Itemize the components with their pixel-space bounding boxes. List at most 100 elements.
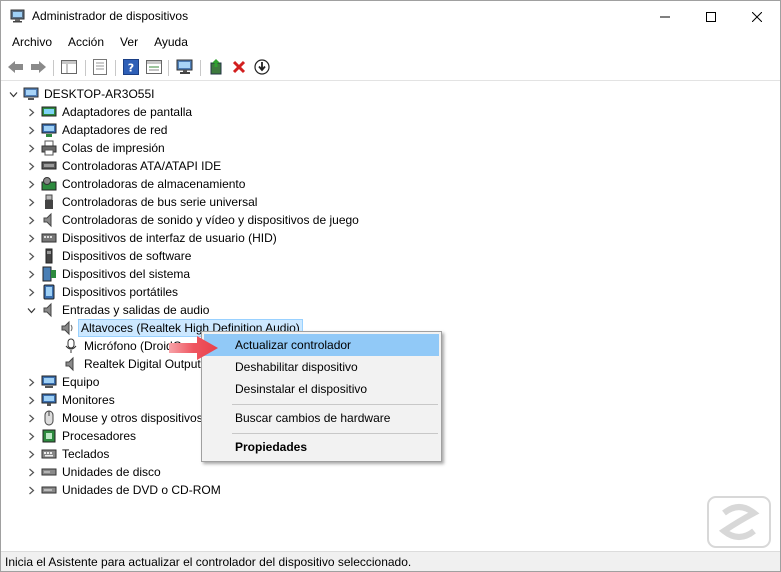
- menu-separator: [232, 404, 438, 405]
- back-button[interactable]: [6, 58, 26, 76]
- processor-icon: [41, 428, 57, 444]
- printer-icon: [41, 140, 57, 156]
- tree-item[interactable]: Controladoras de bus serie universal: [25, 193, 259, 211]
- disable-device-button[interactable]: [252, 58, 272, 76]
- tree-item[interactable]: Teclados: [25, 445, 111, 463]
- status-bar: Inicia el Asistente para actualizar el c…: [1, 551, 780, 571]
- expand-chevron-icon[interactable]: [25, 175, 37, 193]
- tree-item[interactable]: Dispositivos de software: [25, 247, 193, 265]
- close-icon: [752, 11, 762, 22]
- expand-chevron-icon[interactable]: [25, 427, 37, 445]
- collapse-chevron-icon[interactable]: [25, 301, 37, 319]
- audio-io-icon: [41, 302, 57, 318]
- svg-text:?: ?: [128, 62, 134, 75]
- menu-update-driver[interactable]: Actualizar controlador: [204, 334, 439, 356]
- show-hide-tree-button[interactable]: [59, 58, 79, 76]
- update-driver-icon: [210, 59, 222, 75]
- expand-chevron-icon[interactable]: [25, 211, 37, 229]
- window-title: Administrador de dispositivos: [32, 9, 189, 23]
- expand-chevron-icon[interactable]: [25, 283, 37, 301]
- show-hide-icon: [61, 60, 77, 74]
- tree-item[interactable]: Adaptadores de red: [25, 121, 169, 139]
- tree-item[interactable]: Controladoras de sonido y vídeo y dispos…: [25, 211, 361, 229]
- expand-chevron-icon[interactable]: [25, 391, 37, 409]
- hid-icon: [41, 230, 57, 246]
- expand-chevron-icon[interactable]: [25, 121, 37, 139]
- tree-item[interactable]: Mouse y otros dispositivos: [25, 409, 205, 427]
- computer-icon: [23, 86, 39, 102]
- tree-item[interactable]: Procesadores: [25, 427, 138, 445]
- expand-chevron-icon[interactable]: [25, 103, 37, 121]
- device-manager-window: Administrador de dispositivos Archivo Ac…: [0, 0, 781, 572]
- monitor-icon: [41, 392, 57, 408]
- tree-item[interactable]: Dispositivos de interfaz de usuario (HID…: [25, 229, 279, 247]
- expand-chevron-icon[interactable]: [25, 445, 37, 463]
- menu-disable-device[interactable]: Deshabilitar dispositivo: [204, 356, 439, 378]
- speaker-icon: [63, 356, 79, 372]
- expand-chevron-icon[interactable]: [25, 229, 37, 247]
- help-button[interactable]: ?: [121, 58, 141, 76]
- expand-chevron-icon[interactable]: [25, 373, 37, 391]
- pointer-arrow-icon: [169, 336, 218, 360]
- sound-icon: [41, 212, 57, 228]
- expand-chevron-icon[interactable]: [25, 265, 37, 283]
- dvd-drive-icon: [41, 482, 57, 498]
- device-manager-app-icon: [10, 9, 26, 23]
- minimize-button[interactable]: [642, 1, 688, 32]
- expand-chevron-icon[interactable]: [25, 481, 37, 499]
- menu-scan-hardware[interactable]: Buscar cambios de hardware: [204, 407, 439, 429]
- tree-item[interactable]: Controladoras de almacenamiento: [25, 175, 247, 193]
- tree-item[interactable]: Dispositivos del sistema: [25, 265, 192, 283]
- expand-chevron-icon[interactable]: [25, 463, 37, 481]
- expand-chevron-icon[interactable]: [25, 157, 37, 175]
- collapse-chevron-icon[interactable]: [7, 85, 19, 103]
- mouse-icon: [41, 410, 57, 426]
- tree-item[interactable]: Unidades de DVD o CD-ROM: [25, 481, 223, 499]
- tree-item[interactable]: Monitores: [25, 391, 117, 409]
- display-adapter-icon: [41, 104, 57, 120]
- properties-icon: [93, 59, 107, 75]
- expand-chevron-icon[interactable]: [25, 247, 37, 265]
- update-driver-button[interactable]: [206, 58, 226, 76]
- expand-chevron-icon[interactable]: [25, 409, 37, 427]
- computer-icon: [41, 374, 57, 390]
- tree-item[interactable]: Adaptadores de pantalla: [25, 103, 194, 121]
- scan-hardware-button[interactable]: [175, 58, 195, 76]
- tree-root[interactable]: DESKTOP-AR3O55I: [7, 85, 156, 103]
- help-icon: ?: [123, 59, 139, 75]
- tree-item[interactable]: Controladoras ATA/ATAPI IDE: [25, 157, 223, 175]
- speaker-icon: [59, 320, 75, 336]
- menu-bar: Archivo Acción Ver Ayuda: [1, 32, 780, 54]
- back-icon: [8, 61, 23, 73]
- tree-item[interactable]: Dispositivos portátiles: [25, 283, 180, 301]
- menu-properties[interactable]: Propiedades: [204, 436, 439, 458]
- download-icon: [254, 59, 270, 75]
- tree-item[interactable]: Unidades de disco: [25, 463, 163, 481]
- menu-archivo[interactable]: Archivo: [6, 32, 58, 54]
- tree-item[interactable]: Equipo: [25, 373, 101, 391]
- menu-ver[interactable]: Ver: [114, 32, 144, 54]
- maximize-button[interactable]: [688, 1, 734, 32]
- microphone-icon: [63, 338, 79, 354]
- expand-chevron-icon[interactable]: [25, 139, 37, 157]
- uninstall-device-button[interactable]: [229, 58, 249, 76]
- menu-uninstall-device[interactable]: Desinstalar el dispositivo: [204, 378, 439, 400]
- ide-controller-icon: [41, 158, 57, 174]
- portable-device-icon: [41, 284, 57, 300]
- tree-root-label: DESKTOP-AR3O55I: [44, 87, 155, 101]
- toolbar: ?: [1, 54, 780, 81]
- forward-button[interactable]: [28, 58, 48, 76]
- menu-ayuda[interactable]: Ayuda: [148, 32, 194, 54]
- context-menu: Actualizar controlador Deshabilitar disp…: [201, 331, 442, 462]
- close-button[interactable]: [734, 1, 780, 32]
- device-tree: DESKTOP-AR3O55I Adaptadores de pantalla …: [1, 83, 780, 548]
- tree-item-audio-io[interactable]: Entradas y salidas de audio: [25, 301, 211, 319]
- view-button[interactable]: [144, 58, 164, 76]
- expand-chevron-icon[interactable]: [25, 193, 37, 211]
- tree-item[interactable]: Colas de impresión: [25, 139, 167, 157]
- system-device-icon: [41, 266, 57, 282]
- properties-button[interactable]: [90, 58, 110, 76]
- menu-accion[interactable]: Acción: [62, 32, 110, 54]
- network-adapter-icon: [41, 122, 57, 138]
- menu-separator: [232, 433, 438, 434]
